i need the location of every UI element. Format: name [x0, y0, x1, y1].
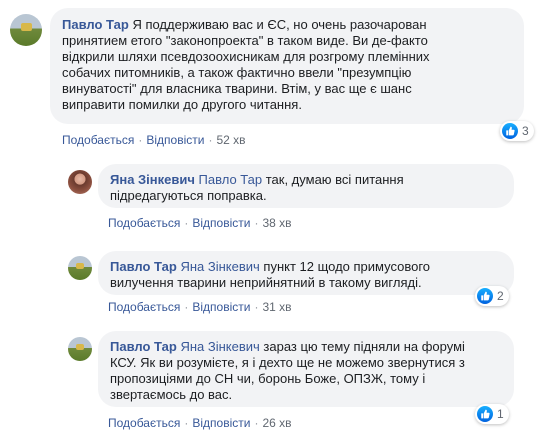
- comment-text-line: звертаємось до вас.: [110, 387, 233, 402]
- separator-dot: ·: [184, 216, 189, 230]
- like-link[interactable]: Подобається: [108, 416, 180, 430]
- thumbs-up-icon: [477, 406, 493, 422]
- mention-link[interactable]: Яна Зінкевич: [180, 259, 259, 274]
- thumbs-up-icon: [502, 123, 518, 139]
- reply-link[interactable]: Відповісти: [192, 300, 250, 314]
- comment-bubble: Яна Зінкевич Павло Тар так, думаю всі пи…: [98, 164, 514, 208]
- separator-dot: ·: [254, 416, 259, 430]
- separator-dot: ·: [254, 216, 259, 230]
- comment-text-line: так, думаю всі питання: [262, 172, 404, 187]
- comment-bubble: Павло Тар Яна Зінкевич пункт 12 щодо при…: [98, 251, 514, 295]
- separator-dot: ·: [184, 416, 189, 430]
- avatar[interactable]: [68, 170, 92, 194]
- reply-link[interactable]: Відповісти: [192, 416, 250, 430]
- mention-link[interactable]: Яна Зінкевич: [180, 339, 259, 354]
- like-link[interactable]: Подобається: [108, 300, 180, 314]
- reaction-count-badge[interactable]: 1: [475, 404, 509, 424]
- separator-dot: ·: [184, 300, 189, 314]
- reply-link[interactable]: Відповісти: [146, 133, 204, 147]
- comment-text-line: Я поддерживаю вас и ЄС, но очень разочар…: [132, 17, 427, 32]
- like-link[interactable]: Подобається: [62, 133, 134, 147]
- comment-text-line: собачих питомників, а також фактично вве…: [62, 65, 412, 80]
- comment-text-line: вилучення тварини неприйнятний в такому …: [110, 275, 422, 290]
- comment-author[interactable]: Павло Тар: [110, 259, 177, 274]
- comment-actions: Подобається · Відповісти · 38 хв: [108, 216, 292, 230]
- comment-text-line: зараз цю тему підняли на форумі: [259, 339, 465, 354]
- comment-author[interactable]: Яна Зінкевич: [110, 172, 195, 187]
- comment-actions: Подобається · Відповісти · 31 хв: [108, 300, 292, 314]
- reply-link[interactable]: Відповісти: [192, 216, 250, 230]
- comment-text-line: підредагуються поправка.: [110, 188, 267, 203]
- avatar[interactable]: [10, 14, 42, 46]
- comment-author[interactable]: Павло Тар: [62, 17, 129, 32]
- comment-actions: Подобається · Відповісти · 26 хв: [108, 416, 292, 430]
- comment-timestamp[interactable]: 52 хв: [216, 133, 245, 147]
- avatar[interactable]: [68, 337, 92, 361]
- mention-link[interactable]: Павло Тар: [199, 172, 263, 187]
- comment-text-line: пропозиціями до СН чи, боронь Боже, ОПЗЖ…: [110, 371, 426, 386]
- reaction-count: 3: [522, 124, 529, 138]
- separator-dot: ·: [208, 133, 213, 147]
- comment-timestamp[interactable]: 31 хв: [262, 300, 291, 314]
- comment-text-line: принятием етого "законопроекта" в таком …: [62, 33, 428, 48]
- comment-text-line: пункт 12 щодо примусового: [259, 259, 431, 274]
- comment-text-line: виправити помилки до другого читання.: [62, 97, 302, 112]
- comment-bubble: Павло Тар Яна Зінкевич зараз цю тему під…: [98, 331, 514, 407]
- comment-author[interactable]: Павло Тар: [110, 339, 177, 354]
- reaction-count: 2: [497, 289, 504, 303]
- comment-actions: Подобається · Відповісти · 52 хв: [62, 133, 246, 147]
- like-link[interactable]: Подобається: [108, 216, 180, 230]
- comment-text-line: КСУ. Як ви розумієте, я і дехто ще не мо…: [110, 355, 465, 370]
- reaction-count-badge[interactable]: 3: [500, 121, 534, 141]
- thumbs-up-icon: [477, 288, 493, 304]
- reaction-count-badge[interactable]: 2: [475, 286, 509, 306]
- comment-bubble: Павло Тар Я поддерживаю вас и ЄС, но оче…: [50, 8, 524, 124]
- comment-text-line: винуватості" для власника тварини. Втім,…: [62, 81, 412, 96]
- avatar[interactable]: [68, 256, 92, 280]
- comment-timestamp[interactable]: 38 хв: [262, 216, 291, 230]
- separator-dot: ·: [138, 133, 143, 147]
- comment-text-line: відкрили шляхи псевдозоохисникам для роз…: [62, 49, 430, 64]
- separator-dot: ·: [254, 300, 259, 314]
- comment-timestamp[interactable]: 26 хв: [262, 416, 291, 430]
- reaction-count: 1: [497, 407, 504, 421]
